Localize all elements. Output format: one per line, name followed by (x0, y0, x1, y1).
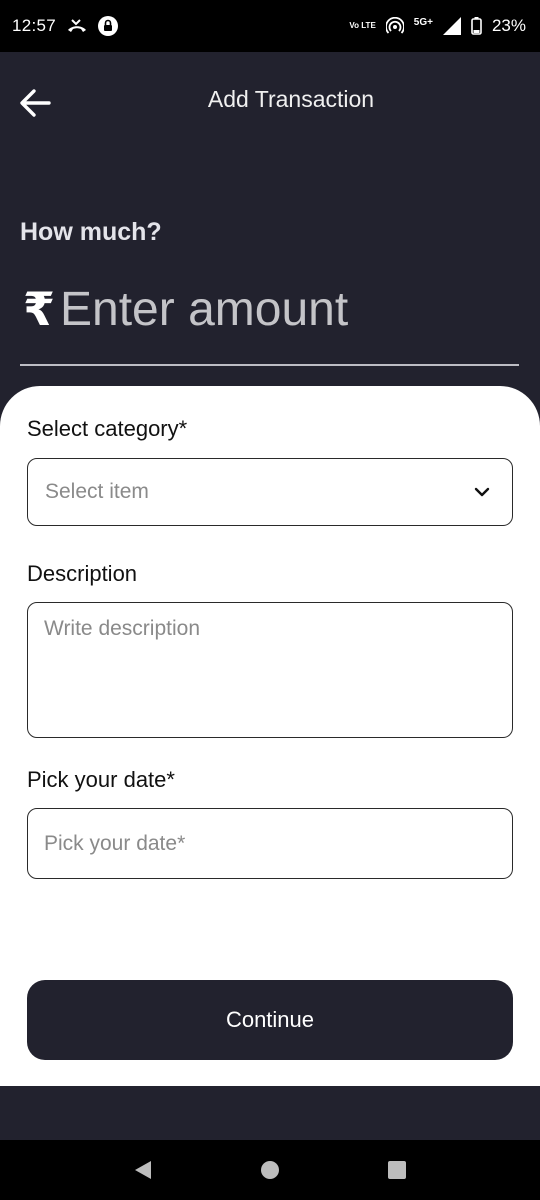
square-recents-icon (387, 1161, 406, 1179)
continue-button[interactable]: Continue (27, 980, 513, 1060)
description-field[interactable] (27, 602, 513, 738)
system-nav-bar (0, 1140, 540, 1200)
category-select[interactable]: Select item (27, 458, 513, 526)
amount-row: ₹ (20, 276, 520, 342)
nav-recents-button[interactable] (377, 1150, 417, 1190)
network-type-label: 5G+ (413, 16, 433, 28)
amount-underline (20, 364, 519, 366)
chevron-down-icon (474, 487, 490, 497)
missed-call-icon (66, 18, 88, 34)
nav-back-button[interactable] (123, 1150, 163, 1190)
hotspot-icon (385, 17, 404, 35)
date-label: Pick your date* (27, 767, 175, 792)
description-label: Description (27, 561, 138, 586)
nav-home-button[interactable] (250, 1150, 290, 1190)
battery-percentage: 23% (491, 16, 526, 35)
lock-notification-icon (98, 16, 119, 36)
status-time: 12:57 (12, 16, 57, 35)
header-area: Add Transaction How much? ₹ (0, 52, 540, 412)
page-title: Add Transaction (207, 86, 375, 112)
circle-home-icon (260, 1161, 279, 1179)
amount-label: How much? (20, 218, 162, 246)
volte-icon: Vo LTE (349, 21, 376, 30)
triangle-back-icon (135, 1161, 152, 1179)
form-card: Select category* Select item Description… (0, 386, 540, 1086)
rupee-icon: ₹ (22, 283, 55, 335)
category-select-value: Select item (45, 480, 149, 503)
date-field[interactable] (27, 808, 513, 879)
signal-icon (442, 17, 461, 35)
status-right: Vo LTE 5G+ 23% (349, 16, 526, 36)
status-bar: 12:57 Vo LTE 5G+ 23% (0, 0, 540, 52)
battery-icon (471, 17, 482, 35)
category-label: Select category* (27, 416, 188, 441)
amount-input[interactable] (60, 279, 500, 339)
status-left: 12:57 (12, 16, 119, 36)
